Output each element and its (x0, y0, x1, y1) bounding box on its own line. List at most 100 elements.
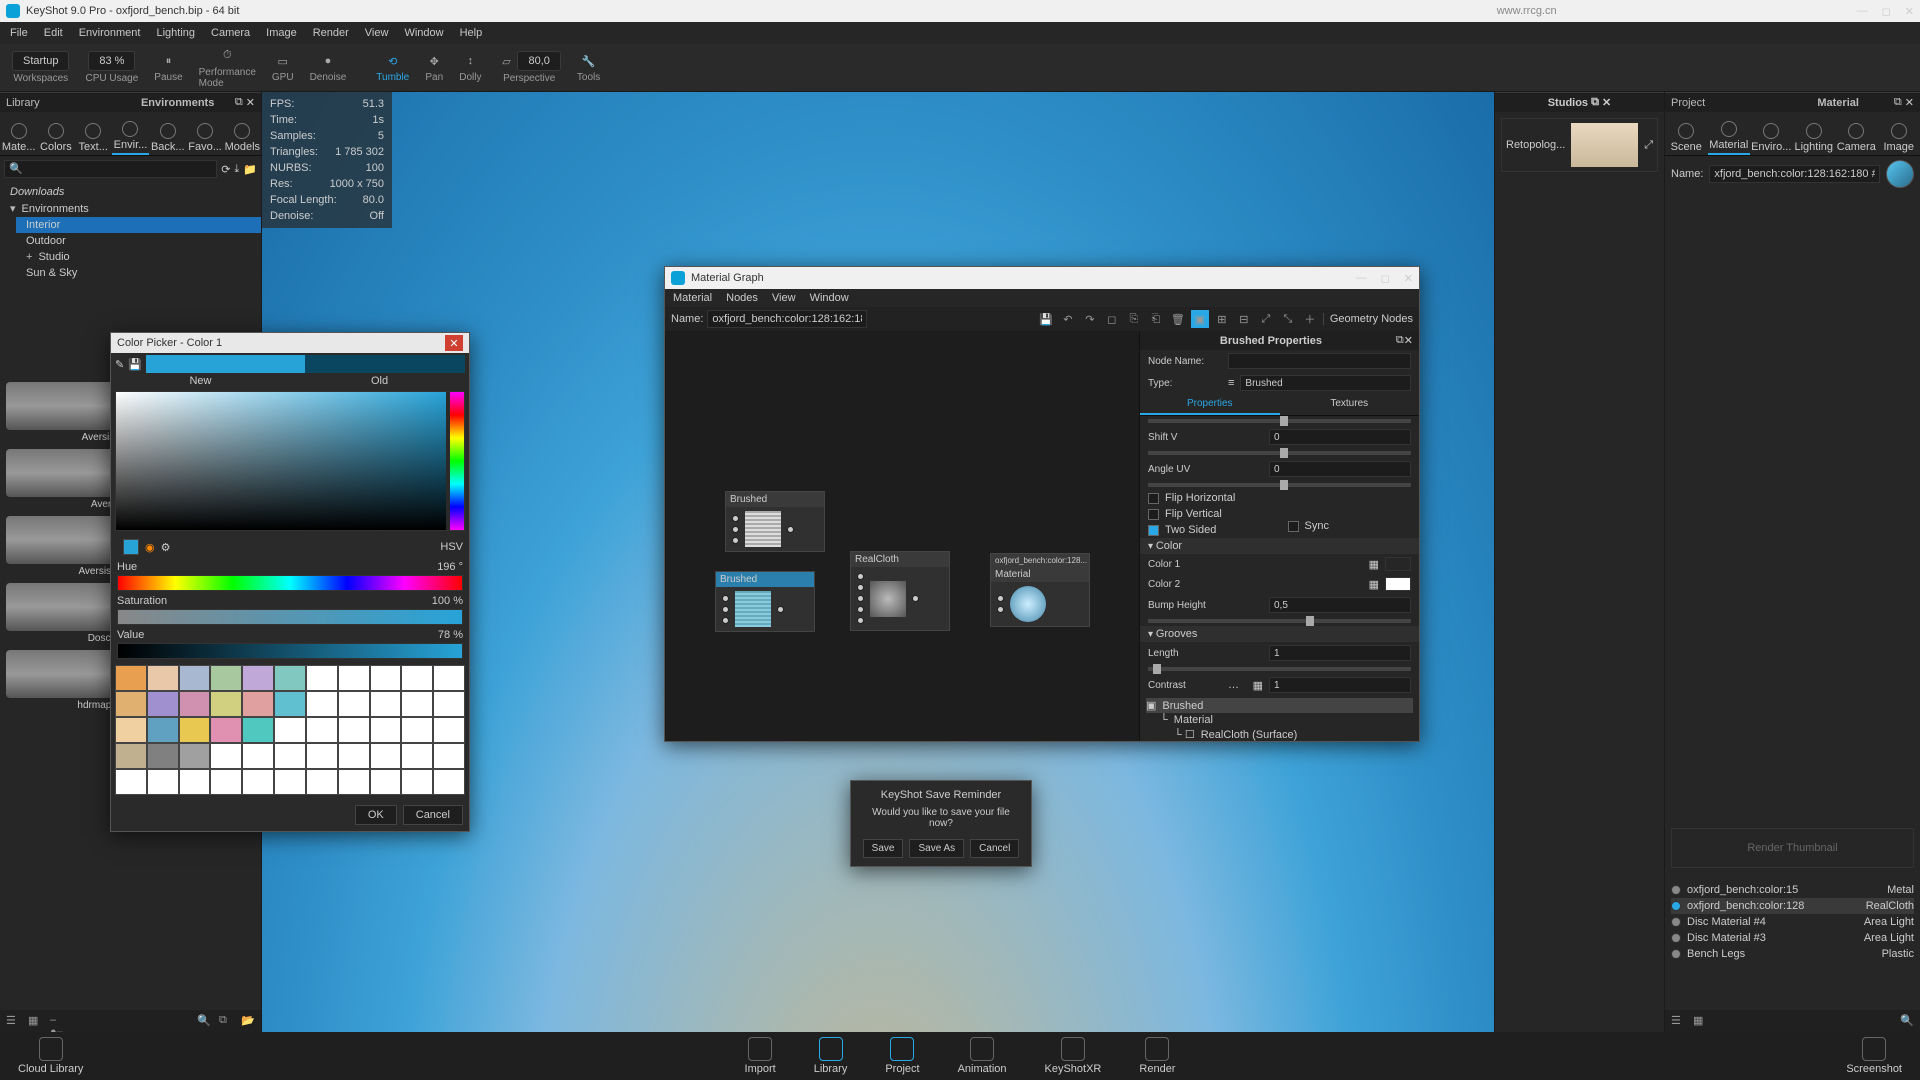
undock-icon[interactable]: ⧉ (1894, 96, 1902, 109)
render-button[interactable]: Render (1129, 1035, 1185, 1077)
palette-swatch[interactable] (306, 743, 338, 769)
align-icon[interactable]: ⊞ (1213, 310, 1231, 328)
search-icon[interactable]: 🔍 (197, 1014, 211, 1028)
copy-icon[interactable]: ⎘ (1125, 310, 1143, 328)
palette-swatch[interactable] (370, 769, 402, 795)
material-name-input[interactable] (1709, 165, 1880, 183)
mgraph-menu-view[interactable]: View (772, 292, 796, 304)
folder-icon[interactable]: 📁 (243, 163, 257, 176)
palette-swatch[interactable] (179, 691, 211, 717)
palette-swatch[interactable] (401, 743, 433, 769)
geometry-nodes-label[interactable]: Geometry Nodes (1323, 313, 1413, 325)
palette-swatch[interactable] (401, 691, 433, 717)
palette-swatch[interactable] (147, 665, 179, 691)
palette-swatch[interactable] (147, 769, 179, 795)
palette-swatch[interactable] (338, 665, 370, 691)
length-slider[interactable] (1148, 667, 1411, 671)
grooves-section[interactable]: ▾ Grooves (1140, 626, 1419, 642)
palette-swatch[interactable] (306, 717, 338, 743)
palette-swatch[interactable] (115, 691, 147, 717)
bump-input[interactable] (1269, 597, 1411, 613)
palette-swatch[interactable] (210, 743, 242, 769)
palette-swatch[interactable] (242, 769, 274, 795)
color2-swatch[interactable] (1385, 577, 1411, 591)
tab-textures[interactable]: Textures (1280, 394, 1420, 415)
close-icon[interactable]: ✕ (1602, 96, 1611, 109)
palette-swatch[interactable] (242, 665, 274, 691)
denoise-icon[interactable]: ● (319, 52, 337, 70)
tab-scene[interactable]: Scene (1665, 112, 1708, 155)
palette-swatch[interactable] (370, 743, 402, 769)
library-search-input[interactable] (4, 160, 217, 178)
tab-models[interactable]: Models (224, 112, 261, 155)
palette-swatch[interactable] (274, 665, 306, 691)
list-item[interactable]: Bench LegsPlastic (1671, 946, 1914, 962)
menu-camera[interactable]: Camera (211, 27, 250, 39)
palette-swatch[interactable] (147, 717, 179, 743)
tab-environment[interactable]: Enviro... (1750, 112, 1793, 155)
tree-downloads[interactable]: Downloads (0, 184, 261, 200)
pause-icon[interactable]: ⏸ (159, 52, 177, 70)
keyshotxr-button[interactable]: KeyShotXR (1035, 1035, 1112, 1077)
save-as-button[interactable]: Save As (909, 839, 964, 858)
texture-icon[interactable]: ▦ (1253, 679, 1263, 692)
palette-swatch[interactable] (401, 717, 433, 743)
filter-icon[interactable]: ⧉ (219, 1014, 233, 1028)
tree-environments[interactable]: ▾ Environments (0, 200, 261, 217)
list-icon[interactable]: ☰ (6, 1014, 20, 1028)
node-brushed-selected[interactable]: Brushed (715, 571, 815, 632)
palette-swatch[interactable] (179, 769, 211, 795)
library-button[interactable]: Library (804, 1035, 858, 1077)
cancel-button[interactable]: Cancel (403, 805, 463, 825)
menu-render[interactable]: Render (313, 27, 349, 39)
palette-swatch[interactable] (370, 717, 402, 743)
palette-swatch[interactable] (242, 743, 274, 769)
flip-v-checkbox[interactable] (1148, 509, 1159, 520)
material-swatch[interactable] (1886, 160, 1914, 188)
palette-swatch[interactable] (433, 717, 465, 743)
tree-sunsky[interactable]: Sun & Sky (16, 265, 261, 281)
menu-window[interactable]: Window (404, 27, 443, 39)
hue-strip[interactable] (450, 392, 464, 530)
palette-swatch[interactable] (242, 691, 274, 717)
grid-icon[interactable]: ▦ (28, 1014, 42, 1028)
palette-swatch[interactable] (115, 665, 147, 691)
cancel-button[interactable]: Cancel (970, 839, 1019, 858)
startup-dropdown[interactable]: Startup (12, 51, 69, 71)
paste-icon[interactable]: ⎗ (1147, 310, 1165, 328)
import-icon[interactable]: ⤓ (234, 163, 239, 176)
palette-swatch[interactable] (210, 769, 242, 795)
menu-lighting[interactable]: Lighting (156, 27, 195, 39)
color-wheel-icon[interactable]: ◉ (145, 541, 155, 554)
tab-camera[interactable]: Camera (1835, 112, 1878, 155)
redo-icon[interactable]: ↷ (1081, 310, 1099, 328)
menu-file[interactable]: File (10, 27, 28, 39)
expand-icon[interactable]: ⤢ (1644, 139, 1653, 152)
current-swatch[interactable] (123, 539, 139, 555)
node-graph-canvas[interactable]: Brushed Brushed RealCloth oxfjord_bench:… (665, 331, 1139, 741)
list-item[interactable]: Disc Material #3Area Light (1671, 930, 1914, 946)
palette-swatch[interactable] (338, 691, 370, 717)
list-item[interactable]: oxfjord_bench:color:128RealCloth (1671, 898, 1914, 914)
shiftv-slider[interactable] (1148, 451, 1411, 455)
mgraph-name-input[interactable] (707, 310, 867, 328)
tree-material[interactable]: └ Material (1160, 713, 1413, 727)
delete-icon[interactable]: 🗑 (1169, 310, 1187, 328)
undock-icon[interactable]: ⧉ (1396, 334, 1404, 347)
menu-edit[interactable]: Edit (44, 27, 63, 39)
import-button[interactable]: Import (735, 1035, 786, 1077)
screenshot-button[interactable]: Screenshot (1836, 1035, 1912, 1077)
palette-swatch[interactable] (115, 743, 147, 769)
palette-swatch[interactable] (433, 769, 465, 795)
palette-swatch[interactable] (242, 717, 274, 743)
mgraph-titlebar[interactable]: Material Graph —◻✕ (665, 267, 1419, 289)
frame-icon[interactable]: ◻ (1103, 310, 1121, 328)
shiftv-input[interactable] (1269, 429, 1411, 445)
cpu-usage-field[interactable]: 83 % (88, 51, 135, 71)
tab-textures[interactable]: Text... (75, 112, 112, 155)
folder-open-icon[interactable]: 📂 (241, 1014, 255, 1028)
palette-swatch[interactable] (210, 691, 242, 717)
close-icon[interactable]: ✕ (1404, 272, 1413, 285)
node-brushed[interactable]: Brushed (725, 491, 825, 552)
palette-swatch[interactable] (433, 743, 465, 769)
